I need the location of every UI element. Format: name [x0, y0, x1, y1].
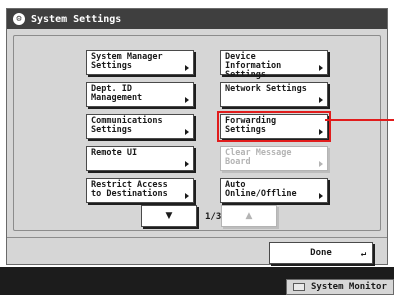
auto-online-offline-button[interactable]: Auto Online/Offline	[220, 178, 328, 203]
page-down-button[interactable]: ▼	[141, 205, 197, 227]
page-up-button: ▲	[221, 205, 277, 227]
chevron-right-icon	[319, 65, 323, 71]
system-settings-window: ⚙ System Settings System Manager Setting…	[6, 8, 388, 265]
settings-gear-icon: ⚙	[13, 13, 25, 25]
forwarding-settings-button[interactable]: Forwarding Settings	[217, 111, 331, 142]
highlight-callout-line	[325, 119, 394, 121]
button-label: Communications Settings	[91, 116, 163, 135]
restrict-access-to-destinations-button[interactable]: Restrict Access to Destinations	[86, 178, 194, 203]
button-label: Auto Online/Offline	[225, 180, 297, 199]
chevron-right-icon	[185, 193, 189, 199]
button-label: Forwarding Settings	[225, 116, 277, 135]
chevron-right-icon	[185, 97, 189, 103]
system-monitor-button[interactable]: System Monitor	[286, 279, 394, 295]
done-button[interactable]: Done ↵	[269, 242, 373, 264]
network-settings-button[interactable]: Network Settings	[220, 82, 328, 107]
remote-ui-button[interactable]: Remote UI	[86, 146, 194, 171]
system-manager-settings-button[interactable]: System Manager Settings	[86, 50, 194, 75]
chevron-right-icon	[185, 129, 189, 135]
settings-panel: System Manager Settings Device Informati…	[13, 35, 381, 231]
title-bar: ⚙ System Settings	[7, 9, 387, 29]
chevron-right-icon	[319, 129, 323, 135]
button-label: Network Settings	[225, 84, 307, 94]
chevron-right-icon	[185, 65, 189, 71]
chevron-right-icon	[185, 161, 189, 167]
button-label: Device Information Settings	[225, 52, 282, 80]
button-label: Dept. ID Management	[91, 84, 143, 103]
dept-id-management-button[interactable]: Dept. ID Management	[86, 82, 194, 107]
chevron-right-icon	[319, 193, 323, 199]
chevron-right-icon	[319, 161, 323, 167]
button-label: Restrict Access to Destinations	[91, 180, 168, 199]
enter-icon: ↵	[360, 249, 366, 259]
communications-settings-button[interactable]: Communications Settings	[86, 114, 194, 139]
window-title: System Settings	[31, 13, 122, 25]
footer-divider	[7, 237, 387, 238]
arrow-down-icon: ▼	[165, 211, 173, 221]
clear-message-board-button: Clear Message Board	[220, 146, 328, 171]
button-label: Remote UI	[91, 148, 138, 158]
done-label: Done	[310, 248, 332, 258]
status-bar: System Monitor	[0, 267, 394, 295]
monitor-icon	[293, 283, 305, 291]
page-indicator: 1/3	[205, 212, 222, 222]
arrow-up-icon: ▲	[245, 211, 253, 221]
system-monitor-label: System Monitor	[311, 282, 387, 292]
button-label: Clear Message Board	[225, 148, 292, 167]
chevron-right-icon	[319, 97, 323, 103]
device-information-settings-button[interactable]: Device Information Settings	[220, 50, 328, 80]
button-label: System Manager Settings	[91, 52, 163, 71]
